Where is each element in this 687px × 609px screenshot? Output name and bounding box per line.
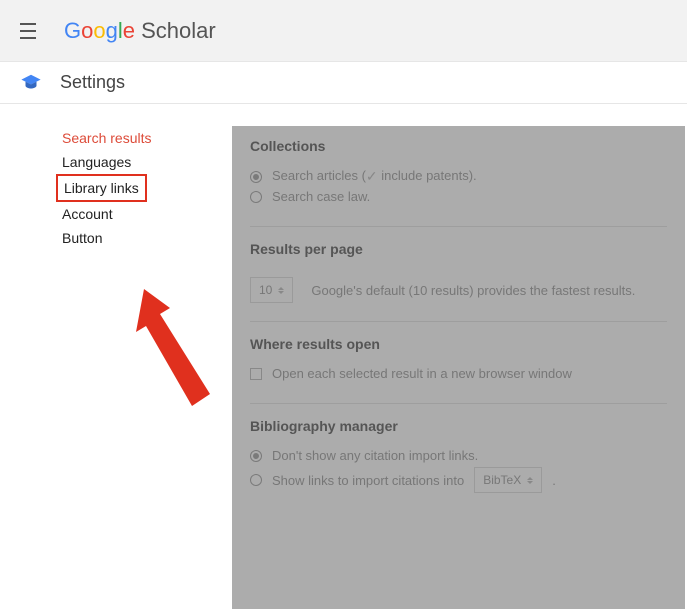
top-bar: Google Scholar bbox=[0, 0, 687, 62]
bib-format-select[interactable]: BibTeX bbox=[474, 467, 542, 493]
check-icon: ✓ bbox=[366, 168, 378, 185]
chevron-spinner-icon bbox=[527, 477, 533, 484]
section-title-collections: Collections bbox=[250, 138, 667, 154]
results-per-page-select[interactable]: 10 bbox=[250, 277, 293, 303]
sidebar-item-languages[interactable]: Languages bbox=[56, 150, 137, 174]
menu-icon[interactable] bbox=[20, 19, 44, 43]
section-title-bib: Bibliography manager bbox=[250, 418, 667, 434]
radio-bib-import[interactable]: Show links to import citations into BibT… bbox=[250, 467, 667, 493]
settings-panel-dimmed: Collections Search articles (✓ include p… bbox=[232, 126, 685, 609]
sidebar-item-button[interactable]: Button bbox=[56, 226, 108, 250]
checkbox-icon bbox=[250, 368, 262, 380]
sidebar-item-library-links[interactable]: Library links bbox=[56, 174, 147, 202]
radio-search-articles[interactable]: Search articles (✓ include patents). bbox=[250, 168, 667, 185]
radio-icon bbox=[250, 191, 262, 203]
radio-search-caselaw[interactable]: Search case law. bbox=[250, 189, 667, 204]
sidebar-item-account[interactable]: Account bbox=[56, 202, 119, 226]
sidebar-item-search-results[interactable]: Search results bbox=[56, 126, 157, 150]
section-title-openwhere: Where results open bbox=[250, 336, 667, 352]
chevron-spinner-icon bbox=[278, 287, 284, 294]
settings-sidebar: Search results Languages Library links A… bbox=[0, 126, 232, 609]
radio-icon bbox=[250, 474, 262, 486]
section-title-perpage: Results per page bbox=[250, 241, 667, 257]
radio-bib-none[interactable]: Don't show any citation import links. bbox=[250, 448, 667, 463]
title-bar: Settings bbox=[0, 62, 687, 104]
open-new-window-checkbox[interactable]: Open each selected result in a new brows… bbox=[250, 366, 667, 381]
perpage-hint: Google's default (10 results) provides t… bbox=[311, 283, 635, 298]
radio-icon bbox=[250, 171, 262, 183]
page-title: Settings bbox=[60, 72, 125, 93]
logo-suffix: Scholar bbox=[135, 18, 216, 43]
radio-icon bbox=[250, 450, 262, 462]
grad-cap-icon bbox=[20, 72, 42, 94]
logo[interactable]: Google Scholar bbox=[64, 18, 216, 44]
